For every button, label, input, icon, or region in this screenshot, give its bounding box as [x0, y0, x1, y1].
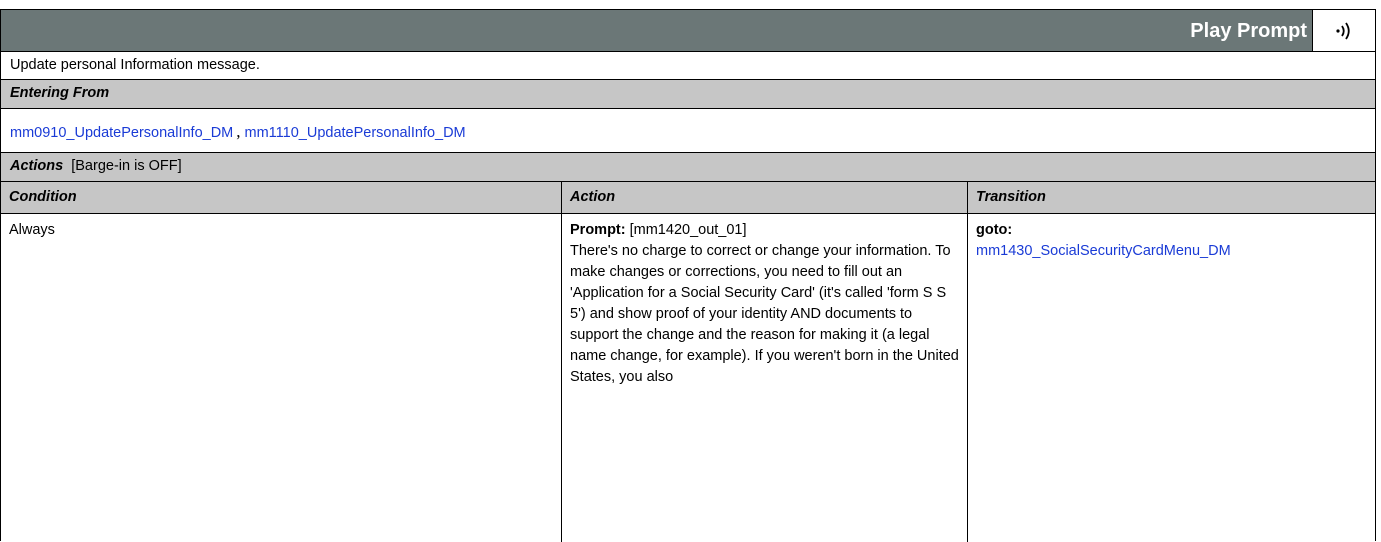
column-transition: Transition	[976, 189, 1046, 205]
dialog-module-table: Play Prompt Update personal Information …	[0, 9, 1376, 542]
speaker-icon	[1336, 21, 1350, 40]
barge-in-note: [Barge-in is OFF]	[71, 158, 182, 174]
entering-from-link-1[interactable]: mm0910_UpdatePersonalInfo_DM	[10, 125, 233, 141]
goto-label: goto:	[976, 222, 1013, 238]
column-condition: Condition	[9, 189, 77, 205]
action-cell: Prompt: [mm1420_out_01] There's no charg…	[570, 220, 961, 388]
entering-from-link-2[interactable]: mm1110_UpdatePersonalInfo_DM	[245, 125, 466, 141]
column-action: Action	[570, 189, 616, 205]
actions-header: Actions [Barge-in is OFF]	[1, 153, 1375, 182]
table-header: Play Prompt	[1, 10, 1375, 52]
prompt-label: Prompt:	[570, 222, 626, 238]
play-prompt-label: Play Prompt	[1190, 20, 1307, 42]
condition-cell: Always	[9, 222, 55, 238]
prompt-id: [mm1420_out_01]	[629, 222, 747, 238]
actions-label: Actions	[10, 158, 64, 174]
prompt-text: There's no charge to correct or change y…	[570, 243, 959, 385]
link-separator: ,	[236, 122, 241, 141]
table-row: Always Prompt: [mm1420_out_01] There's n…	[1, 214, 1375, 542]
transition-cell: goto: mm1430_SocialSecurityCardMenu_DM	[976, 220, 1369, 262]
column-headers: Condition Action Transition	[1, 182, 1375, 214]
description-text: Update personal Information message.	[10, 57, 260, 73]
entering-from-row: mm0910_UpdatePersonalInfo_DM, mm1110_Upda…	[1, 109, 1375, 153]
goto-link[interactable]: mm1430_SocialSecurityCardMenu_DM	[976, 243, 1231, 259]
description-row: Update personal Information message.	[1, 52, 1375, 80]
play-prompt-button[interactable]	[1312, 10, 1375, 51]
entering-from-label: Entering From	[10, 85, 110, 101]
entering-from-header: Entering From	[1, 80, 1375, 109]
